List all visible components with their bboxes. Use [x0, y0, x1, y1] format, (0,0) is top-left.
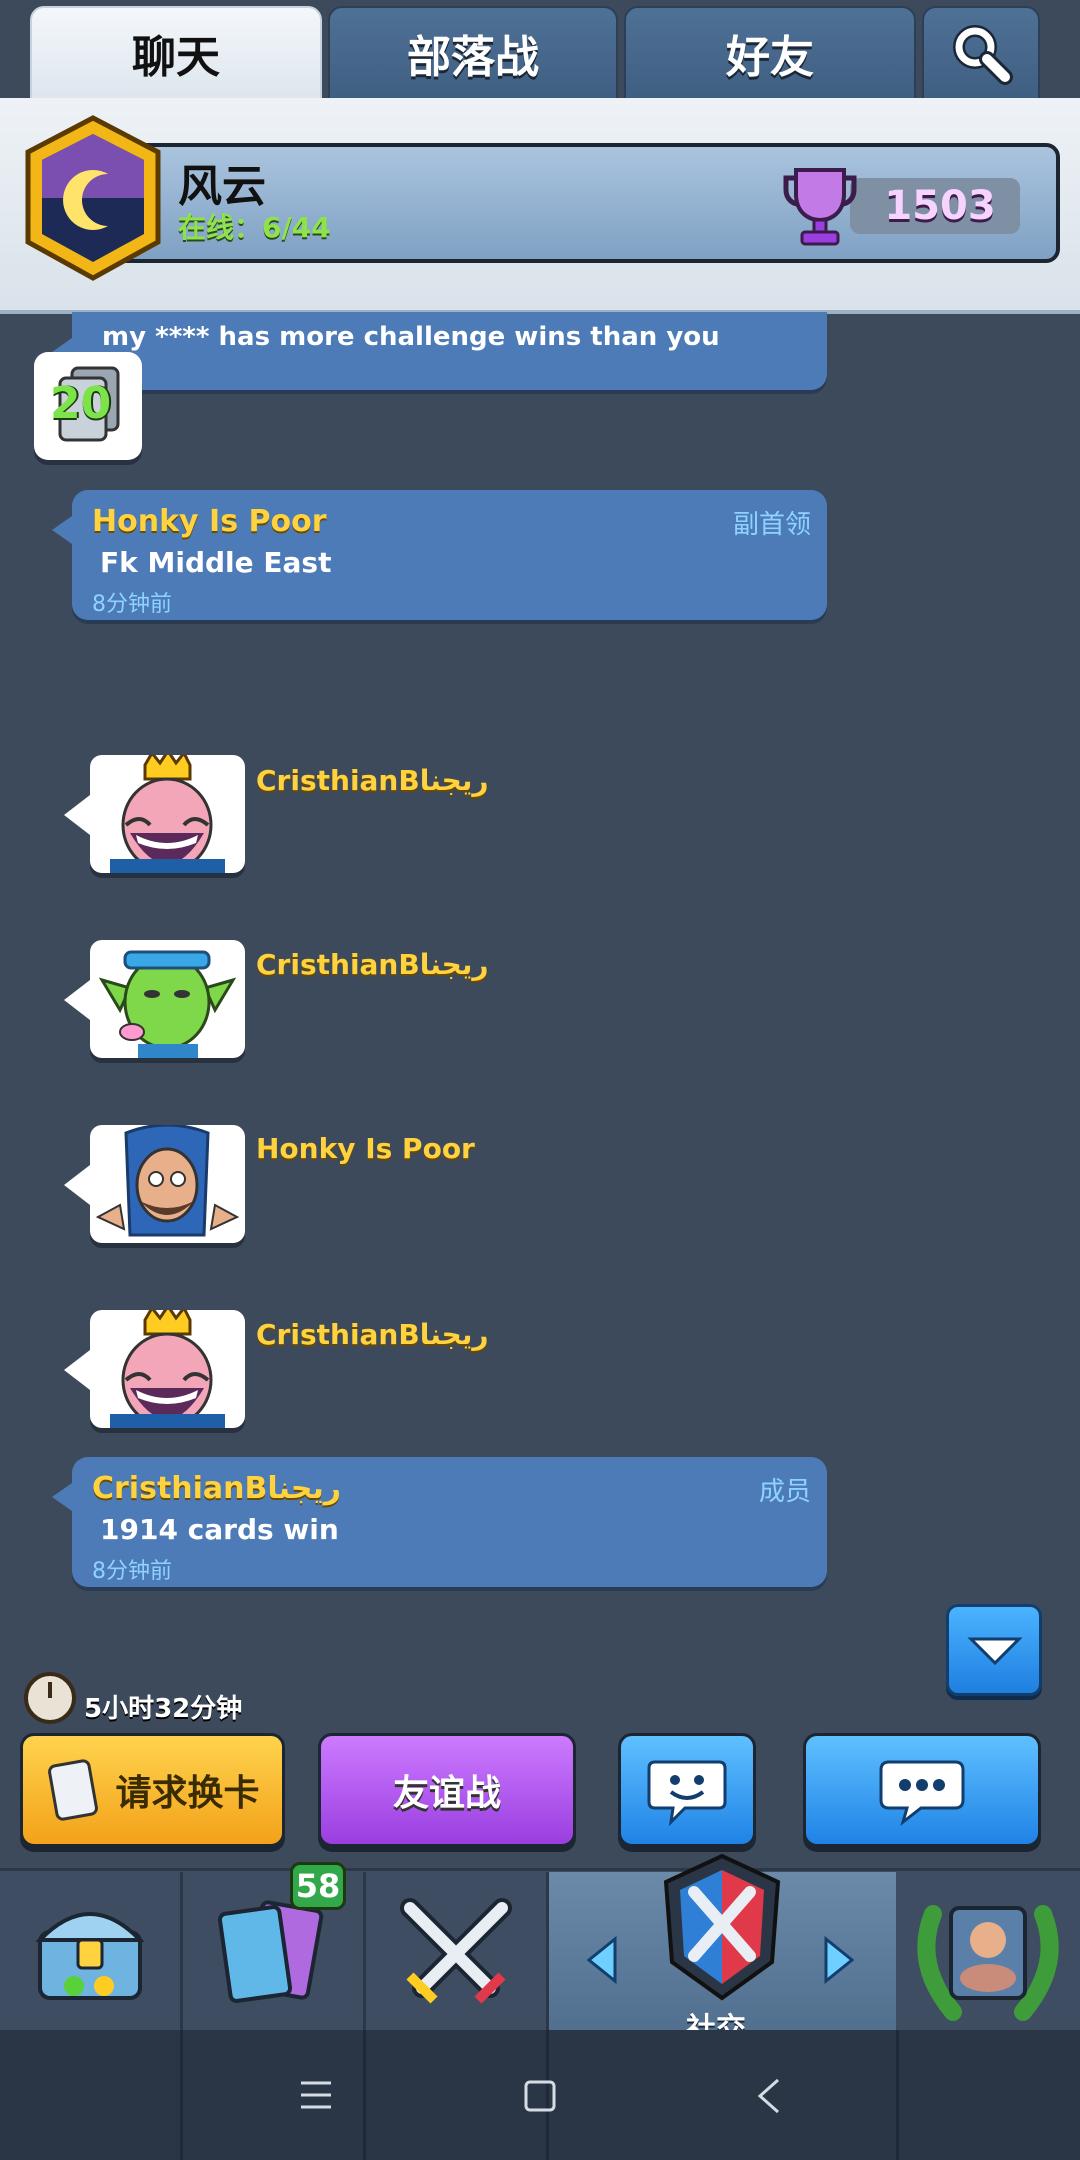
cards-badge: 58 [290, 1862, 346, 1910]
chat-message-partial: my **** has more challenge wins than you [52, 312, 827, 390]
search-icon [953, 25, 1013, 85]
home-icon[interactable] [522, 2078, 558, 2114]
chat-message: Honky Is Poor 副首领 Fk Middle East 8分钟前 [52, 490, 827, 620]
cards-icon [217, 1900, 324, 2003]
message-sender: Honky Is Poor [92, 504, 327, 539]
online-value: 6/44 [262, 211, 331, 244]
crossed-swords-icon [400, 1898, 512, 2004]
emote-card [64, 940, 245, 1058]
divider [180, 2030, 183, 2160]
shrugging-wizard-icon [95, 1123, 240, 1237]
emote-sender: CristhianBريجنا [256, 948, 489, 981]
message-role: 成员 [758, 1477, 811, 1507]
message-time: 8分钟前 [92, 592, 172, 617]
divider [363, 2030, 366, 2160]
laughing-king-icon [110, 748, 225, 873]
emote-sender: Honky Is Poor [256, 1132, 475, 1165]
chat-button[interactable] [803, 1733, 1041, 1847]
smiley-chat-icon [647, 1760, 727, 1826]
divider [896, 2030, 899, 2160]
social-shield-icon[interactable] [660, 1852, 784, 2002]
clan-badge-icon [25, 115, 161, 281]
nav-shop[interactable] [0, 1872, 183, 2030]
timer-icon [24, 1672, 76, 1724]
scroll-to-bottom-button[interactable] [946, 1604, 1042, 1696]
goblin-kiss-icon [98, 950, 237, 1058]
clan-online-count: 在线：6/44 [178, 206, 331, 246]
request-cards-label: 请求换卡 [115, 1773, 260, 1814]
request-timer: 5小时32分钟 [84, 1694, 243, 1724]
level-number: 20 [50, 378, 112, 429]
tab-friends[interactable]: 好友 [624, 6, 916, 100]
chevron-down-icon [967, 1637, 1023, 1666]
message-text: Fk Middle East [100, 546, 332, 579]
nav-next-arrow-icon[interactable] [822, 1935, 856, 1985]
tab-clan-war[interactable]: 部落战 [328, 6, 618, 100]
message-sender: CristhianBريجنا [92, 1471, 342, 1506]
menu-icon[interactable] [298, 2078, 334, 2112]
emote-card [64, 1123, 245, 1243]
chat-message: CristhianBريجنا 成员 1914 cards win 8分钟前 [52, 1457, 827, 1587]
emote-card [64, 1303, 245, 1428]
emote-card [64, 748, 245, 873]
emote-sender: CristhianBريجنا [256, 1318, 489, 1351]
online-label: 在线： [178, 211, 263, 244]
tab-friends-label: 好友 [726, 32, 814, 83]
emote-sender: CristhianBريجنا [256, 764, 489, 797]
trophy-icon [783, 168, 857, 246]
laughing-king-icon [110, 1303, 225, 1428]
tab-clan-war-label: 部落战 [407, 32, 539, 83]
message-text: 1914 cards win [100, 1513, 339, 1546]
search-button[interactable] [922, 6, 1040, 100]
card-icon [48, 1759, 99, 1821]
friendly-battle-button[interactable]: 友谊战 [318, 1733, 576, 1847]
message-time: 8分钟前 [92, 1559, 172, 1584]
message-role: 副首领 [732, 510, 811, 540]
partial-message-text: my **** has more challenge wins than you [102, 322, 720, 352]
nav-events[interactable] [899, 1872, 1080, 2030]
request-cards-button[interactable]: 请求换卡 [20, 1733, 285, 1847]
laurel-hog-rider-icon [917, 1905, 1059, 2021]
nav-battle[interactable] [366, 1872, 549, 2030]
chest-icon [35, 1912, 145, 2000]
chat-bubble-icon [879, 1760, 965, 1826]
friendly-battle-label: 友谊战 [392, 1773, 501, 1814]
clan-name: 风云 [178, 161, 266, 212]
trophy-count: 1503 [884, 183, 996, 229]
tab-chat-label: 聊天 [132, 32, 220, 83]
tab-chat[interactable]: 聊天 [30, 6, 322, 100]
back-icon[interactable] [754, 2076, 784, 2116]
emote-button[interactable] [618, 1733, 756, 1847]
nav-prev-arrow-icon[interactable] [585, 1935, 619, 1985]
